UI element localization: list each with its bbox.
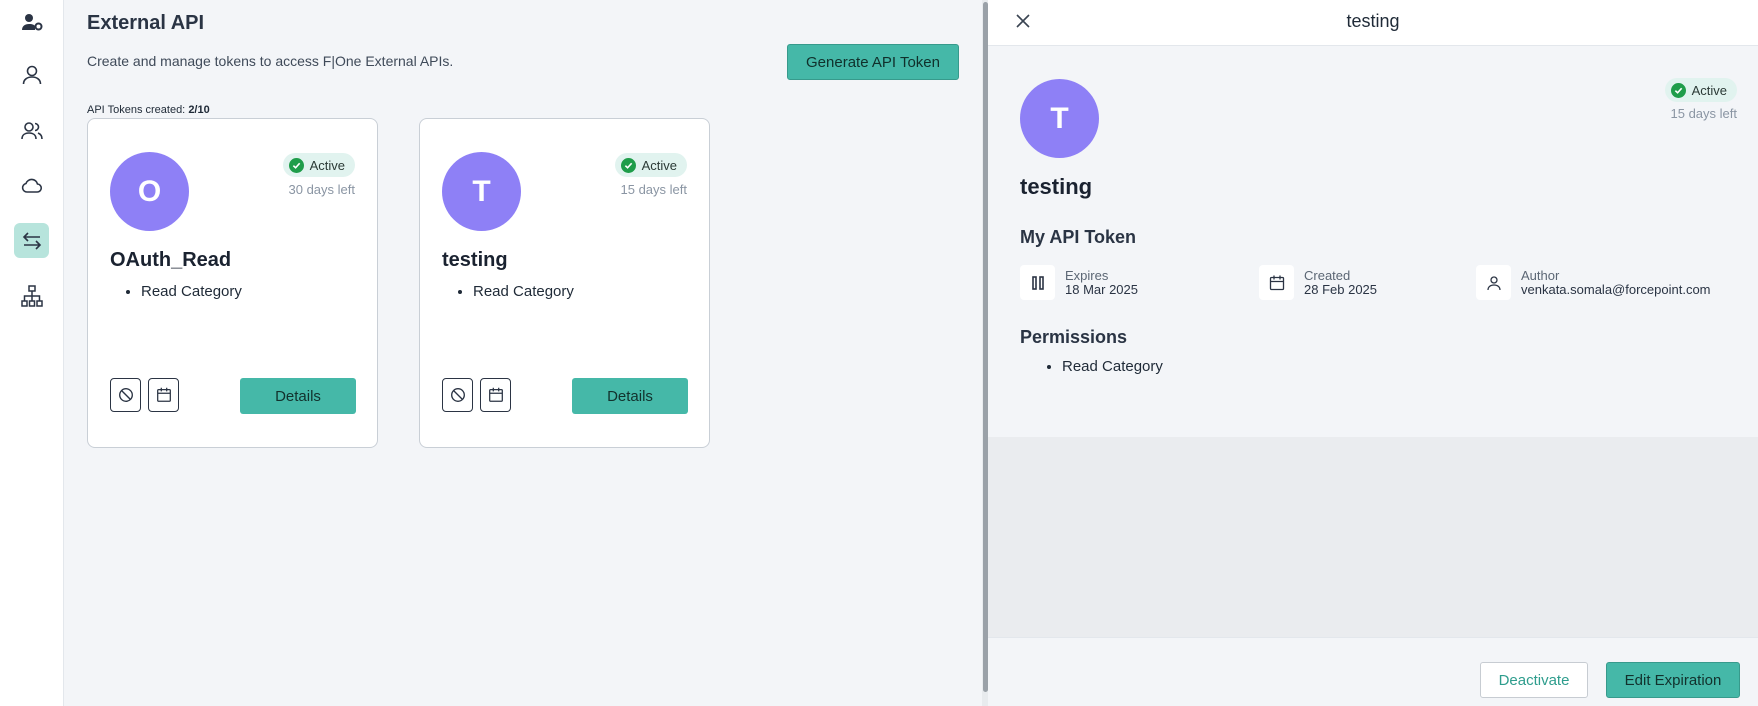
nav-item-user[interactable] xyxy=(14,57,49,92)
user-icon xyxy=(22,65,41,84)
created-info: Created 28 Feb 2025 xyxy=(1259,265,1377,300)
page-title: External API xyxy=(87,12,205,34)
panel-footer: Deactivate Edit Expiration xyxy=(988,637,1758,706)
user-gear-icon xyxy=(21,13,42,30)
sitemap-icon xyxy=(20,284,43,307)
tokens-created-count: API Tokens created: 2/10 xyxy=(87,104,210,116)
list-item: Read Category xyxy=(1062,358,1163,375)
status-text: Active xyxy=(309,157,345,173)
details-button[interactable]: Details xyxy=(572,378,688,414)
generate-api-token-button[interactable]: Generate API Token xyxy=(787,44,959,80)
token-name: OAuth_Read xyxy=(110,249,232,271)
status-badge: Active xyxy=(614,153,687,177)
created-value: 28 Feb 2025 xyxy=(1304,281,1378,297)
expires-info: Expires 18 Mar 2025 xyxy=(1020,265,1138,300)
token-card: T Active 15 days left testing Read Categ… xyxy=(419,118,710,448)
expires-value: 18 Mar 2025 xyxy=(1065,281,1138,297)
status-badge: Active xyxy=(282,153,355,177)
permission-list: Read Category xyxy=(473,283,574,300)
author-label: Author xyxy=(1521,267,1560,283)
status-text: Active xyxy=(1691,82,1727,98)
panel-title: testing xyxy=(1346,11,1400,31)
status-text: Active xyxy=(641,157,677,173)
check-circle-icon xyxy=(288,157,304,173)
left-nav xyxy=(0,0,64,706)
check-circle-icon xyxy=(1670,82,1686,98)
author-value: venkata.somala@forcepoint.com xyxy=(1521,281,1711,297)
calendar-icon xyxy=(1259,265,1294,300)
avatar: T xyxy=(442,152,521,231)
list-item: Read Category xyxy=(473,283,574,300)
list-item: Read Category xyxy=(141,283,242,300)
avatar: T xyxy=(1020,79,1099,158)
days-left: 15 days left xyxy=(620,182,688,197)
users-icon xyxy=(20,121,43,139)
nav-item-user-settings[interactable] xyxy=(14,4,49,39)
page-subtitle: Create and manage tokens to access F|One… xyxy=(87,53,454,69)
nav-item-cloud[interactable] xyxy=(14,168,49,203)
ban-icon xyxy=(118,388,133,402)
nav-item-users[interactable] xyxy=(14,113,49,148)
permissions-title: Permissions xyxy=(1020,327,1128,347)
nav-item-external-api[interactable] xyxy=(14,223,49,258)
deactivate-icon-button[interactable] xyxy=(110,378,141,412)
section-title: My API Token xyxy=(1020,227,1137,247)
token-name: testing xyxy=(1020,174,1093,199)
panel-header: testing xyxy=(988,0,1758,46)
check-circle-icon xyxy=(620,157,636,173)
tokens-count-value: 2/10 xyxy=(188,104,210,116)
pause-icon xyxy=(1020,265,1055,300)
token-name: testing xyxy=(442,249,508,271)
expires-label: Expires xyxy=(1065,267,1109,283)
token-card: O Active 30 days left OAuth_Read Read Ca… xyxy=(87,118,378,448)
panel-empty-area xyxy=(988,437,1758,637)
deactivate-button[interactable]: Deactivate xyxy=(1480,662,1588,698)
cloud-icon xyxy=(21,178,42,193)
details-button[interactable]: Details xyxy=(240,378,356,414)
ban-icon xyxy=(450,388,465,402)
tokens-count-label: API Tokens created: xyxy=(87,104,189,116)
calendar-icon xyxy=(488,387,503,402)
permission-list: Read Category xyxy=(1062,358,1163,375)
permission-list: Read Category xyxy=(141,283,242,300)
days-left: 15 days left xyxy=(1670,106,1738,121)
user-icon xyxy=(1476,265,1511,300)
calendar-icon-button[interactable] xyxy=(148,378,179,412)
token-details-panel: testing T Active 15 days left testing My… xyxy=(988,0,1758,706)
edit-expiration-button[interactable]: Edit Expiration xyxy=(1606,662,1740,698)
main-content: External API Create and manage tokens to… xyxy=(64,0,982,706)
author-info: Author venkata.somala@forcepoint.com xyxy=(1476,265,1711,300)
deactivate-icon-button[interactable] xyxy=(442,378,473,412)
created-label: Created xyxy=(1304,267,1351,283)
days-left: 30 days left xyxy=(288,182,356,197)
arrows-exchange-icon xyxy=(22,231,41,250)
calendar-icon-button[interactable] xyxy=(480,378,511,412)
status-badge: Active xyxy=(1664,78,1737,102)
avatar: O xyxy=(110,152,189,231)
calendar-icon xyxy=(156,387,171,402)
nav-item-hierarchy[interactable] xyxy=(14,278,49,313)
